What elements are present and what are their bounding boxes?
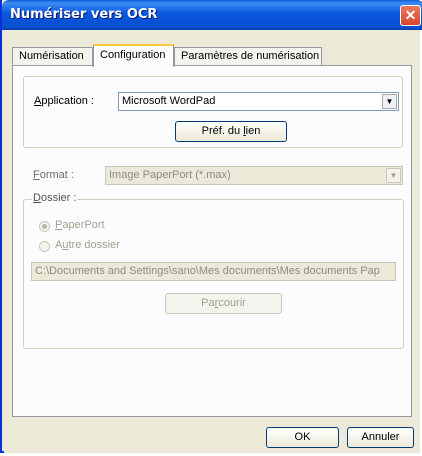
title-bar[interactable]: Numériser vers OCR ✕ (2, 0, 422, 30)
window-title: Numériser vers OCR (10, 7, 158, 22)
application-group: Application : Microsoft WordPad ▼ Préf. … (23, 76, 403, 148)
tab-label: Numérisation (19, 50, 84, 62)
application-select[interactable]: Microsoft WordPad ▼ (118, 92, 399, 111)
tab-parametres-numerisation[interactable]: Paramètres de numérisation (174, 47, 322, 66)
close-icon: ✕ (404, 7, 417, 23)
folder-path-field[interactable]: C:\Documents and Settings\sano\Mes docum… (31, 262, 396, 281)
dialog-body: Numérisation Configuration Paramètres de… (4, 30, 420, 453)
tab-panel-configuration: Application : Microsoft WordPad ▼ Préf. … (12, 65, 412, 417)
format-select-value: Image PaperPort (*.max) (109, 169, 231, 181)
paperport-radio[interactable] (39, 221, 50, 232)
dossier-group: Dossier : PaperPort Autre dossier C:\Doc… (23, 192, 404, 349)
link-preferences-button[interactable]: Préf. du lien (175, 121, 287, 142)
tab-label: Paramètres de numérisation (181, 50, 320, 62)
dialog-window: Numériser vers OCR ✕ Numérisation Config… (0, 0, 422, 453)
ok-button[interactable]: OK (266, 427, 339, 448)
cancel-button[interactable]: Annuler (347, 427, 414, 448)
format-label: Format : (33, 169, 74, 181)
autre-dossier-radio-label: Autre dossier (55, 239, 120, 251)
application-label: Application : (34, 95, 94, 107)
close-button[interactable]: ✕ (400, 5, 421, 26)
browse-button[interactable]: Parcourir (165, 293, 282, 314)
chevron-down-icon[interactable]: ▼ (386, 168, 401, 183)
paperport-radio-label: PaperPort (55, 219, 105, 231)
chevron-down-icon[interactable]: ▼ (382, 94, 397, 109)
format-select[interactable]: Image PaperPort (*.max) ▼ (105, 166, 403, 185)
tab-numerisation[interactable]: Numérisation (12, 47, 93, 66)
tab-label: Configuration (100, 49, 166, 61)
tab-configuration[interactable]: Configuration (93, 44, 174, 67)
dossier-label: Dossier : (32, 192, 78, 204)
autre-dossier-radio[interactable] (39, 241, 50, 252)
application-select-value: Microsoft WordPad (122, 95, 216, 107)
